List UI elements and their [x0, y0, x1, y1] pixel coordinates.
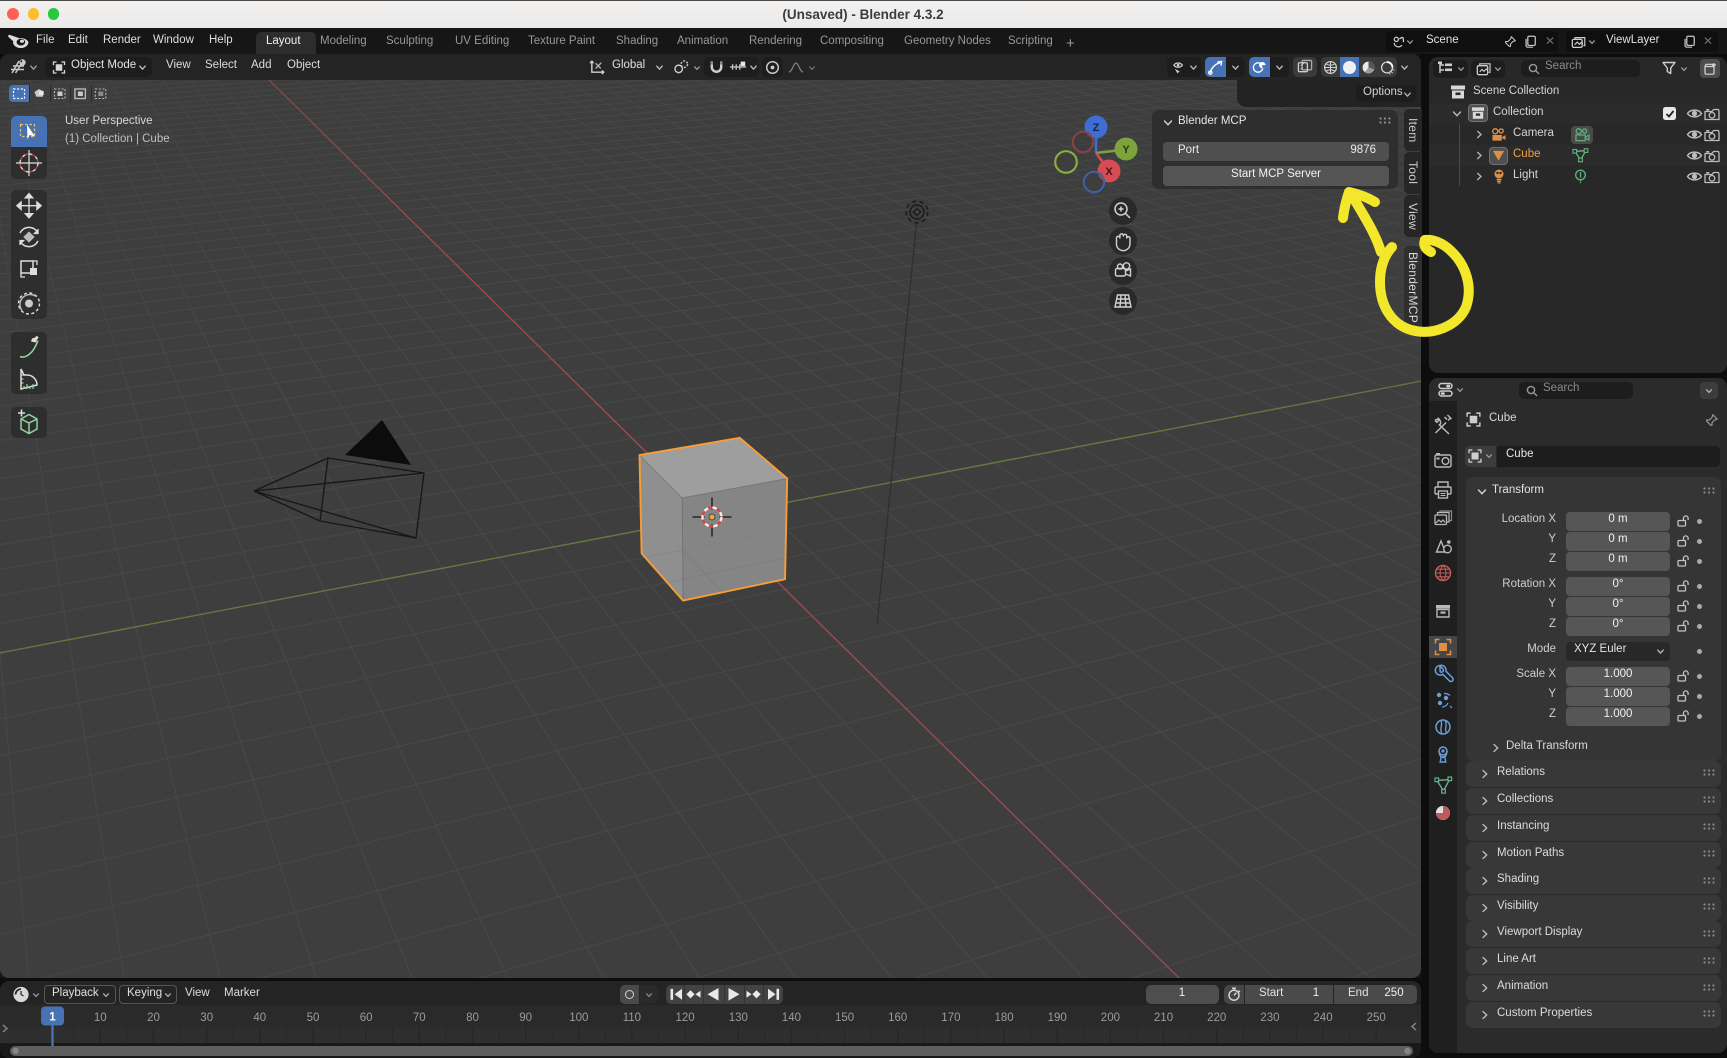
svg-text:210: 210: [1154, 1012, 1173, 1024]
svg-text:20: 20: [147, 1012, 160, 1024]
svg-text:230: 230: [1260, 1012, 1279, 1024]
svg-text:40: 40: [253, 1012, 266, 1024]
svg-text:80: 80: [466, 1012, 479, 1024]
svg-text:220: 220: [1207, 1012, 1226, 1024]
svg-text:90: 90: [519, 1012, 532, 1024]
svg-text:150: 150: [835, 1012, 854, 1024]
svg-text:180: 180: [995, 1012, 1014, 1024]
svg-text:50: 50: [307, 1012, 320, 1024]
svg-text:240: 240: [1313, 1012, 1332, 1024]
svg-text:250: 250: [1367, 1012, 1386, 1024]
svg-text:Z: Z: [1093, 122, 1100, 134]
svg-text:190: 190: [1048, 1012, 1067, 1024]
svg-text:120: 120: [676, 1012, 695, 1024]
svg-text:130: 130: [729, 1012, 748, 1024]
svg-text:30: 30: [200, 1012, 213, 1024]
svg-text:110: 110: [623, 1012, 641, 1024]
svg-text:Y: Y: [1122, 144, 1130, 156]
svg-text:160: 160: [888, 1012, 907, 1024]
svg-text:200: 200: [1101, 1012, 1120, 1024]
svg-text:100: 100: [569, 1012, 588, 1024]
svg-text:70: 70: [413, 1012, 426, 1024]
svg-text:X: X: [1105, 166, 1113, 178]
svg-text:10: 10: [94, 1012, 107, 1024]
svg-text:1: 1: [49, 1012, 56, 1024]
svg-text:60: 60: [360, 1012, 373, 1024]
svg-text:170: 170: [941, 1012, 960, 1024]
svg-text:140: 140: [782, 1012, 801, 1024]
